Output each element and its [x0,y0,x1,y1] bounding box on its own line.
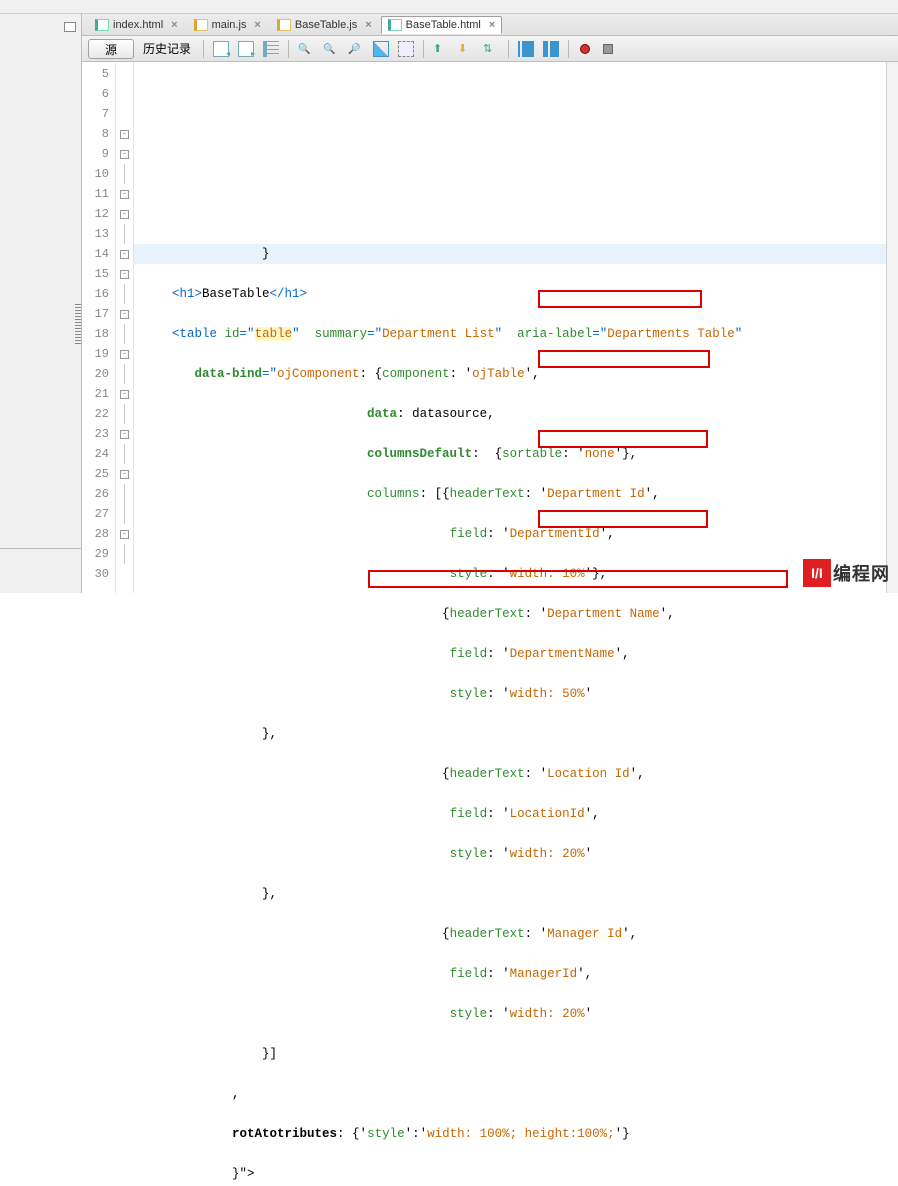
code-content[interactable]: } <h1>BaseTable</h1> <table id="table" s… [134,62,898,593]
record-icon [580,44,590,54]
tab-basetable-js[interactable]: BaseTable.js × [270,16,379,34]
code-line [142,204,898,224]
close-icon[interactable]: × [365,19,371,31]
close-icon[interactable]: × [171,19,177,31]
toolbar-separator [568,40,569,58]
logo-icon: I/I [803,559,831,587]
code-line: }, [142,884,898,904]
toolbar-separator [508,40,509,58]
find-next-button[interactable] [345,39,367,59]
history-button[interactable]: 历史记录 [137,40,197,57]
watermark-logo: I/I 编程网 [803,559,890,587]
swap-button[interactable] [480,39,502,59]
move-up-button[interactable] [430,39,452,59]
sidebar-divider [0,548,81,549]
outdent-button[interactable] [515,39,537,59]
editor-toolbar: 源 历史记录 [82,36,898,62]
code-line: data-bind="ojComponent: {component: 'ojT… [142,364,898,384]
tab-main-js[interactable]: main.js × [187,16,268,34]
find-prev-icon [323,41,339,57]
tab-index-html[interactable]: index.html × [88,16,185,34]
tab-label: index.html [113,19,163,31]
toolbar-separator [288,40,289,58]
sidebar-drag-handle[interactable] [75,304,81,344]
line-number-gutter: 5678910111213141516171819202122232425262… [82,62,116,593]
code-line: columnsDefault: {sortable: 'none'}, [142,444,898,464]
stop-button[interactable] [598,39,618,59]
code-line: } [142,244,898,264]
js-file-icon [277,19,291,31]
close-icon[interactable]: × [254,19,260,31]
code-line: }] [142,1044,898,1064]
outdent-icon [518,41,534,57]
list-button[interactable] [260,39,282,59]
arrow-up-icon [433,41,449,57]
code-line: }"> [142,1164,898,1184]
highlight-button[interactable] [370,39,392,59]
stop-icon [603,44,613,54]
list-icon [263,41,279,57]
toolbar-separator [423,40,424,58]
editor-tabs: index.html × main.js × BaseTable.js × Ba… [82,14,898,36]
code-line: {headerText: 'Location Id', [142,764,898,784]
tab-basetable-html[interactable]: BaseTable.html × [381,16,503,34]
sidebar-toggle-icon[interactable] [64,22,76,32]
code-line: style: 'width: 10%'}, [142,564,898,584]
select-icon [398,41,414,57]
code-line: data: datasource, [142,404,898,424]
code-line: columns: [{headerText: 'Department Id', [142,484,898,504]
code-line: style: 'width: 20%' [142,1004,898,1024]
indent-button[interactable] [540,39,562,59]
code-line: <h1>BaseTable</h1> [142,284,898,304]
find-button[interactable] [295,39,317,59]
code-line: {headerText: 'Department Name', [142,604,898,624]
tab-label: main.js [212,19,247,31]
code-line: style: 'width: 50%' [142,684,898,704]
window-top-strip [0,0,898,14]
tab-label: BaseTable.js [295,19,357,31]
close-icon[interactable]: × [489,19,495,31]
code-line: rotAtotributes: {'style':'width: 100%; h… [142,1124,898,1144]
swap-icon [483,41,499,57]
import-button[interactable] [210,39,232,59]
editor-area: index.html × main.js × BaseTable.js × Ba… [82,14,898,593]
export-icon [238,41,254,57]
project-sidebar-collapsed [0,14,82,593]
code-line: , [142,1084,898,1104]
highlight-icon [373,41,389,57]
code-line: field: 'DepartmentName', [142,644,898,664]
code-line: <table id="table" summary="Department Li… [142,324,898,344]
source-view-button[interactable]: 源 [88,39,134,59]
indent-icon [543,41,559,57]
record-button[interactable] [575,39,595,59]
code-editor[interactable]: 5678910111213141516171819202122232425262… [82,62,898,593]
toolbar-separator [203,40,204,58]
code-line: field: 'ManagerId', [142,964,898,984]
code-line: {headerText: 'Manager Id', [142,924,898,944]
export-button[interactable] [235,39,257,59]
code-line: field: 'LocationId', [142,804,898,824]
code-line: }, [142,724,898,744]
import-icon [213,41,229,57]
select-button[interactable] [395,39,417,59]
code-line: field: 'DepartmentId', [142,524,898,544]
arrow-down-icon [458,41,474,57]
logo-text: 编程网 [833,560,890,586]
find-next-icon [348,41,364,57]
html-file-icon [388,19,402,31]
fold-gutter: ------------ [116,62,134,593]
move-down-button[interactable] [455,39,477,59]
html-file-icon [95,19,109,31]
code-line: style: 'width: 20%' [142,844,898,864]
js-file-icon [194,19,208,31]
find-prev-button[interactable] [320,39,342,59]
tab-label: BaseTable.html [406,19,481,31]
find-icon [298,41,314,57]
